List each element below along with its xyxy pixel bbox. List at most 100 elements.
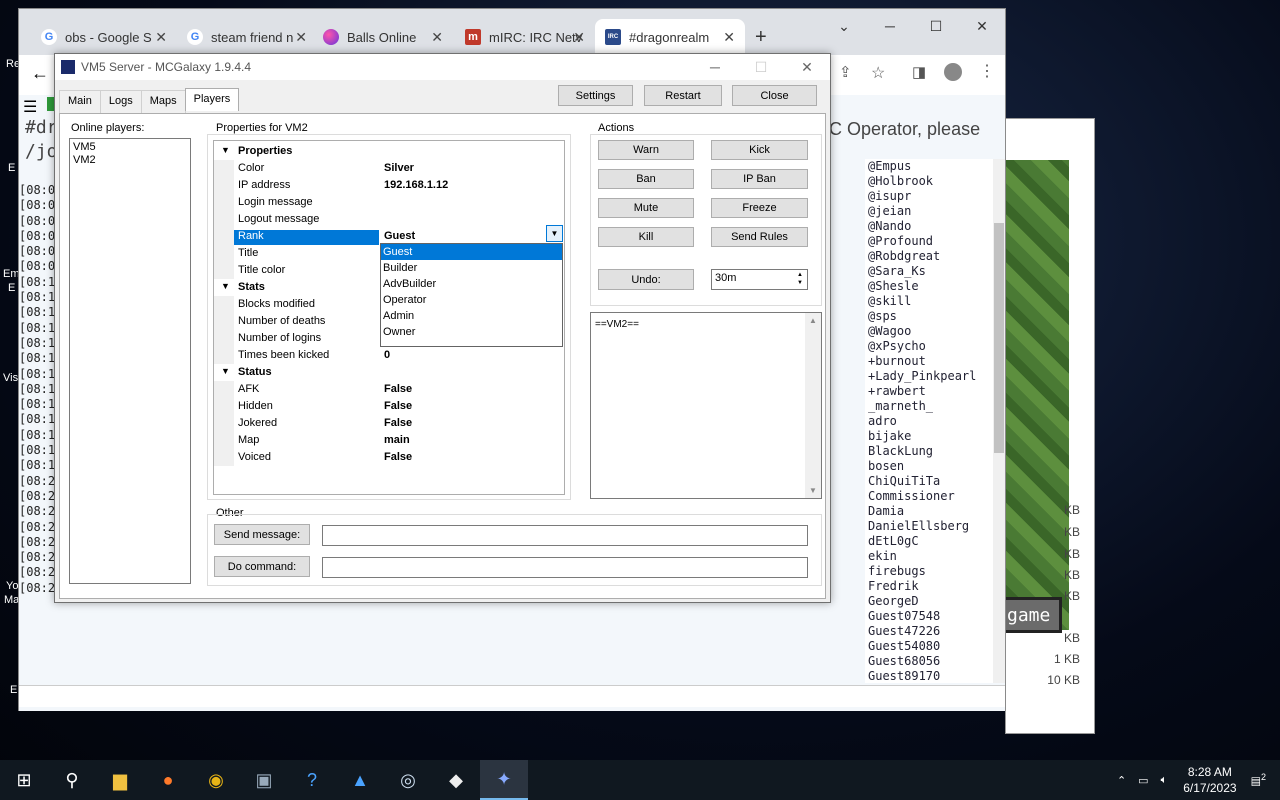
- nick-list-item[interactable]: Guest89170: [868, 669, 993, 683]
- cube-app-icon[interactable]: ◆: [432, 760, 480, 800]
- irc-nick-list[interactable]: @Empus @Holbrook @isupr @jeian @Nando @Profou…: [865, 159, 993, 683]
- close-tab-icon[interactable]: ✕: [295, 29, 307, 46]
- freeze-button[interactable]: Freeze: [711, 198, 808, 218]
- nick-list-item[interactable]: @Robdgreat: [868, 249, 993, 264]
- nick-list-item[interactable]: Fredrik: [868, 579, 993, 594]
- nick-list-item[interactable]: @Holbrook: [868, 174, 993, 189]
- nick-list-item[interactable]: +burnout: [868, 354, 993, 369]
- share-icon[interactable]: ⇪: [839, 63, 852, 81]
- property-row[interactable]: Times been kicked 0: [214, 347, 564, 364]
- tab-logs[interactable]: Logs: [99, 90, 142, 113]
- tab-search-icon[interactable]: ⌄: [821, 9, 867, 43]
- property-row[interactable]: Logout message: [214, 211, 564, 228]
- property-value[interactable]: Silver: [384, 162, 414, 174]
- property-value[interactable]: False: [384, 400, 412, 412]
- rank-option[interactable]: Guest: [381, 244, 562, 260]
- do-command-input[interactable]: [322, 557, 808, 578]
- menu-dots-icon[interactable]: ⋮: [979, 61, 995, 81]
- tab-main[interactable]: Main: [59, 90, 101, 113]
- property-category[interactable]: ▼ Status: [214, 364, 564, 381]
- rank-option[interactable]: Operator: [381, 292, 562, 308]
- player-log-textbox[interactable]: ==VM2== ▲ ▼: [590, 312, 822, 499]
- property-row[interactable]: IP address 192.168.1.12: [214, 177, 564, 194]
- browser-tab-active[interactable]: IRC #dragonrealm ✕: [595, 19, 745, 55]
- nick-list-item[interactable]: dEtL0gC: [868, 534, 993, 549]
- property-row[interactable]: Color Silver: [214, 160, 564, 177]
- rank-option[interactable]: Builder: [381, 260, 562, 276]
- do-command-button[interactable]: Do command:: [214, 556, 310, 577]
- photos-icon[interactable]: ▲: [336, 760, 384, 800]
- firefox-icon[interactable]: ●: [144, 760, 192, 800]
- chrome-icon[interactable]: ◉: [192, 760, 240, 800]
- undo-time-input[interactable]: 30m ▲ ▼: [711, 269, 808, 290]
- nick-list-item[interactable]: adro: [868, 414, 993, 429]
- property-value[interactable]: 0: [384, 349, 390, 361]
- nick-list-item[interactable]: @Wagoo: [868, 324, 993, 339]
- nick-list-item[interactable]: GeorgeD: [868, 594, 993, 609]
- settings-button[interactable]: Settings: [558, 85, 633, 106]
- nick-list-item[interactable]: ChiQuiTiTa: [868, 474, 993, 489]
- property-category[interactable]: ▼ Properties: [214, 143, 564, 160]
- scroll-up-icon[interactable]: ▲: [809, 316, 817, 325]
- close-button[interactable]: Close: [732, 85, 817, 106]
- scroll-down-icon[interactable]: ▼: [809, 486, 817, 495]
- warn-button[interactable]: Warn: [598, 140, 694, 160]
- new-tab-button[interactable]: +: [745, 19, 775, 55]
- nick-list-item[interactable]: ekin: [868, 549, 993, 564]
- nick-list-item[interactable]: Guest68056: [868, 654, 993, 669]
- property-value[interactable]: Guest: [384, 230, 415, 242]
- online-players-list[interactable]: VM5 VM2: [69, 138, 191, 584]
- collapse-chevron-icon[interactable]: ▼: [221, 281, 230, 291]
- side-panel-icon[interactable]: ◨: [912, 63, 926, 81]
- property-row[interactable]: AFK False: [214, 381, 564, 398]
- start-windows-icon[interactable]: ⊞: [0, 760, 48, 800]
- close-tab-icon[interactable]: ✕: [431, 29, 443, 46]
- profile-avatar-icon[interactable]: [944, 63, 962, 81]
- mcgalaxy-taskbar-icon[interactable]: ✦: [480, 760, 528, 800]
- hamburger-menu-icon[interactable]: ☰: [23, 97, 37, 117]
- send-message-button[interactable]: Send message:: [214, 524, 310, 545]
- property-row[interactable]: Voiced False: [214, 449, 564, 466]
- steam-icon[interactable]: ◎: [384, 760, 432, 800]
- nick-list-item[interactable]: @Nando: [868, 219, 993, 234]
- nick-list-item[interactable]: DanielEllsberg: [868, 519, 993, 534]
- rank-dropdown-list[interactable]: Guest Builder AdvBuilder Operator Admin …: [380, 243, 563, 347]
- collapse-chevron-icon[interactable]: ▼: [221, 145, 230, 155]
- nick-list-item[interactable]: bijake: [868, 429, 993, 444]
- browser-tab[interactable]: m mIRC: IRC Netv ✕: [455, 19, 595, 55]
- list-item[interactable]: VM5: [73, 141, 187, 154]
- nick-list-item[interactable]: Commissioner: [868, 489, 993, 504]
- undo-button[interactable]: Undo:: [598, 269, 694, 290]
- taskbar-clock[interactable]: 8:28 AM 6/17/2023: [1183, 764, 1236, 796]
- nick-list-item[interactable]: @skill: [868, 294, 993, 309]
- help-icon[interactable]: ?: [288, 760, 336, 800]
- notifications-icon[interactable]: ▤2: [1251, 772, 1266, 788]
- nick-list-item[interactable]: @jeian: [868, 204, 993, 219]
- nick-list-item[interactable]: +Lady_Pinkpearl: [868, 369, 993, 384]
- nick-list-item[interactable]: Damia: [868, 504, 993, 519]
- property-row[interactable]: Map main: [214, 432, 564, 449]
- property-row[interactable]: Jokered False: [214, 415, 564, 432]
- property-value[interactable]: main: [384, 434, 410, 446]
- nick-list-item[interactable]: @Shesle: [868, 279, 993, 294]
- ban-button[interactable]: Ban: [598, 169, 694, 189]
- nick-list-item[interactable]: bosen: [868, 459, 993, 474]
- property-row[interactable]: Login message: [214, 194, 564, 211]
- close-icon[interactable]: ✕: [784, 54, 830, 80]
- property-value[interactable]: False: [384, 417, 412, 429]
- network-icon[interactable]: ▭: [1138, 774, 1148, 787]
- property-value[interactable]: False: [384, 383, 412, 395]
- property-value[interactable]: 192.168.1.12: [384, 179, 448, 191]
- tab-players[interactable]: Players: [184, 88, 240, 111]
- close-tab-icon[interactable]: ✕: [573, 29, 585, 46]
- restart-button[interactable]: Restart: [644, 85, 722, 106]
- nick-list-item[interactable]: Guest07548: [868, 609, 993, 624]
- ip-ban-button[interactable]: IP Ban: [711, 169, 808, 189]
- file-explorer-icon[interactable]: ▆: [96, 760, 144, 800]
- search-icon[interactable]: ⚲: [48, 760, 96, 800]
- property-value[interactable]: False: [384, 451, 412, 463]
- nick-list-item[interactable]: firebugs: [868, 564, 993, 579]
- rank-dropdown-arrow-icon[interactable]: ▼: [546, 225, 563, 242]
- nick-list-item[interactable]: @Empus: [868, 159, 993, 174]
- close-tab-icon[interactable]: ✕: [723, 29, 735, 46]
